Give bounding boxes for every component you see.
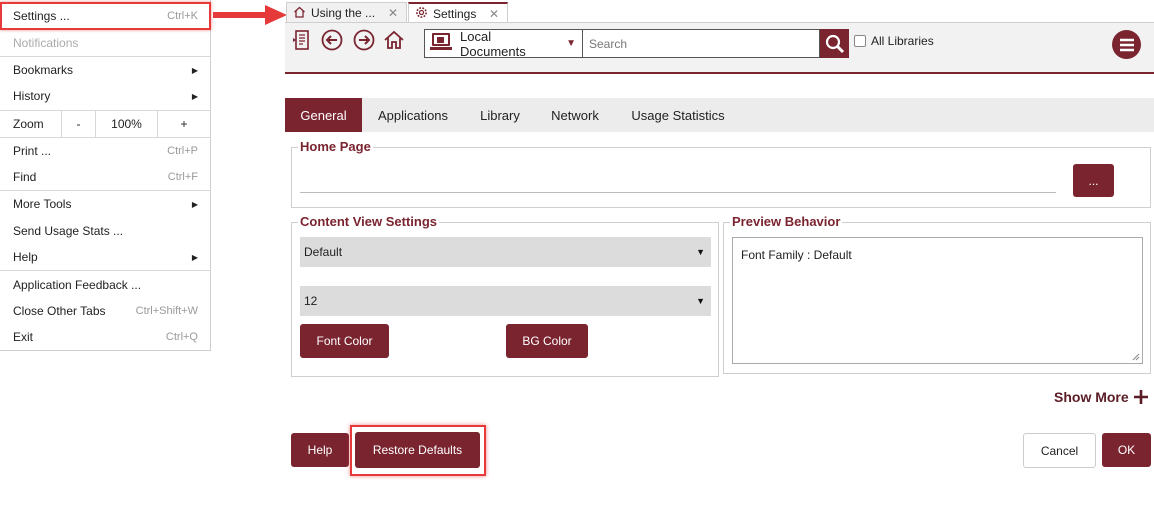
back-icon[interactable] (321, 29, 343, 51)
submenu-arrow-icon: ▶ (191, 252, 198, 262)
menu-item-label: Exit (13, 330, 34, 344)
menu-item-more-tools[interactable]: More Tools ▶ (0, 191, 210, 217)
dropdown-caret-icon: ▼ (696, 247, 705, 257)
menu-item-find[interactable]: Find Ctrl+F (0, 164, 210, 190)
toolbar: Local Documents ▼ All Libraries (285, 23, 1154, 74)
menu-item-notifications: Notifications (0, 30, 210, 56)
preview-textarea[interactable]: Font Family : Default (732, 237, 1143, 364)
browse-button[interactable]: ... (1073, 164, 1114, 197)
bg-color-button[interactable]: BG Color (506, 324, 588, 358)
menu-item-label: Print ... (13, 144, 52, 158)
zoom-value: 100% (96, 110, 158, 137)
zoom-label: Zoom (0, 110, 62, 137)
home-page-legend: Home Page (298, 139, 373, 154)
menu-item-label: History (13, 89, 51, 103)
tab-applications[interactable]: Applications (365, 98, 461, 132)
font-family-select[interactable]: Default ▼ (300, 237, 711, 267)
plus-icon (1133, 390, 1148, 404)
location-dropdown[interactable]: Local Documents ▼ (424, 28, 583, 59)
menu-item-label: Bookmarks (13, 63, 74, 77)
help-button[interactable]: Help (291, 433, 349, 467)
menu-item-application-feedback[interactable]: Application Feedback ... (0, 272, 210, 298)
tab-usage-statistics[interactable]: Usage Statistics (621, 98, 735, 132)
font-color-button[interactable]: Font Color (300, 324, 389, 358)
menu-item-shortcut: Ctrl+Shift+W (135, 305, 198, 317)
menu-item-send-usage-stats[interactable]: Send Usage Stats ... (0, 218, 210, 244)
home-icon (293, 6, 306, 21)
menu-item-label: Send Usage Stats ... (13, 224, 124, 238)
ok-button[interactable]: OK (1102, 433, 1151, 467)
library-panel-icon[interactable] (291, 29, 313, 51)
menu-item-label: Help (13, 250, 38, 264)
menu-item-label: Application Feedback ... (13, 278, 142, 292)
cancel-button[interactable]: Cancel (1023, 433, 1096, 468)
submenu-arrow-icon: ▶ (191, 65, 198, 75)
callout-arrow-icon (213, 5, 287, 25)
search-icon (825, 34, 844, 53)
search-button[interactable] (820, 29, 849, 58)
font-size-value: 12 (304, 294, 318, 308)
menu-item-close-other-tabs[interactable]: Close Other Tabs Ctrl+Shift+W (0, 298, 210, 324)
forward-icon[interactable] (353, 29, 375, 51)
content-view-settings-section: Content View Settings Default ▼ 12 ▼ Fon… (291, 214, 719, 377)
resize-handle-icon[interactable] (1132, 353, 1140, 361)
close-icon[interactable]: ✕ (388, 6, 398, 20)
dropdown-caret-icon: ▼ (566, 38, 576, 49)
show-more-link[interactable]: Show More (1054, 389, 1149, 405)
main-menu-button[interactable] (1112, 30, 1141, 59)
preview-text: Font Family : Default (741, 248, 852, 262)
tab-label: Settings (433, 6, 477, 21)
zoom-in-button[interactable]: + (158, 110, 210, 137)
zoom-out-button[interactable]: - (62, 110, 96, 137)
preview-behavior-section: Preview Behavior Font Family : Default (723, 214, 1151, 374)
settings-tab-bar: General Applications Library Network Usa… (285, 98, 1154, 132)
menu-item-shortcut: Ctrl+P (167, 145, 198, 157)
tab-library[interactable]: Library (468, 98, 532, 132)
all-libraries-checkbox[interactable]: All Libraries (854, 34, 934, 48)
menu-item-help[interactable]: Help ▶ (0, 244, 210, 270)
search-input[interactable] (582, 29, 820, 58)
menu-item-label: More Tools (13, 197, 72, 211)
home-icon[interactable] (383, 29, 405, 51)
close-icon[interactable]: ✕ (489, 7, 499, 21)
show-more-label: Show More (1054, 389, 1129, 405)
menu-item-print[interactable]: Print ... Ctrl+P (0, 138, 210, 164)
home-page-input[interactable] (300, 172, 1056, 193)
zoom-row: Zoom - 100% + (0, 110, 210, 137)
tab-using-the[interactable]: Using the ... ✕ (286, 2, 407, 23)
menu-divider (0, 270, 210, 271)
tab-settings[interactable]: Settings ✕ (408, 2, 508, 23)
menu-item-bookmarks[interactable]: Bookmarks ▶ (0, 57, 210, 83)
all-libraries-label: All Libraries (871, 34, 934, 48)
menu-item-history[interactable]: History ▶ (0, 83, 210, 109)
menu-item-label: Find (13, 170, 37, 184)
content-view-settings-legend: Content View Settings (298, 214, 439, 229)
submenu-arrow-icon: ▶ (191, 91, 198, 101)
settings-highlight-box (0, 2, 211, 30)
app-menu: Settings ... Ctrl+K Notifications Bookma… (0, 0, 211, 351)
menu-item-exit[interactable]: Exit Ctrl+Q (0, 324, 210, 350)
font-size-select[interactable]: 12 ▼ (300, 286, 711, 316)
hamburger-icon (1119, 38, 1134, 51)
gear-icon (415, 6, 428, 22)
restore-defaults-highlight-box (350, 425, 486, 476)
checkbox-box[interactable] (854, 35, 866, 47)
tab-label: Using the ... (311, 6, 376, 20)
location-dropdown-label: Local Documents (460, 28, 526, 59)
dropdown-caret-icon: ▼ (696, 296, 705, 306)
menu-item-label: Close Other Tabs (13, 304, 106, 318)
tab-general[interactable]: General (285, 98, 362, 132)
font-family-value: Default (304, 245, 343, 259)
menu-item-shortcut: Ctrl+Q (165, 331, 198, 343)
home-page-section: Home Page ... (291, 139, 1151, 208)
menu-item-label: Notifications (13, 36, 79, 50)
submenu-arrow-icon: ▶ (191, 199, 198, 209)
preview-behavior-legend: Preview Behavior (730, 214, 843, 229)
local-documents-icon (430, 32, 454, 55)
menu-item-shortcut: Ctrl+F (167, 171, 198, 183)
tab-network[interactable]: Network (540, 98, 610, 132)
